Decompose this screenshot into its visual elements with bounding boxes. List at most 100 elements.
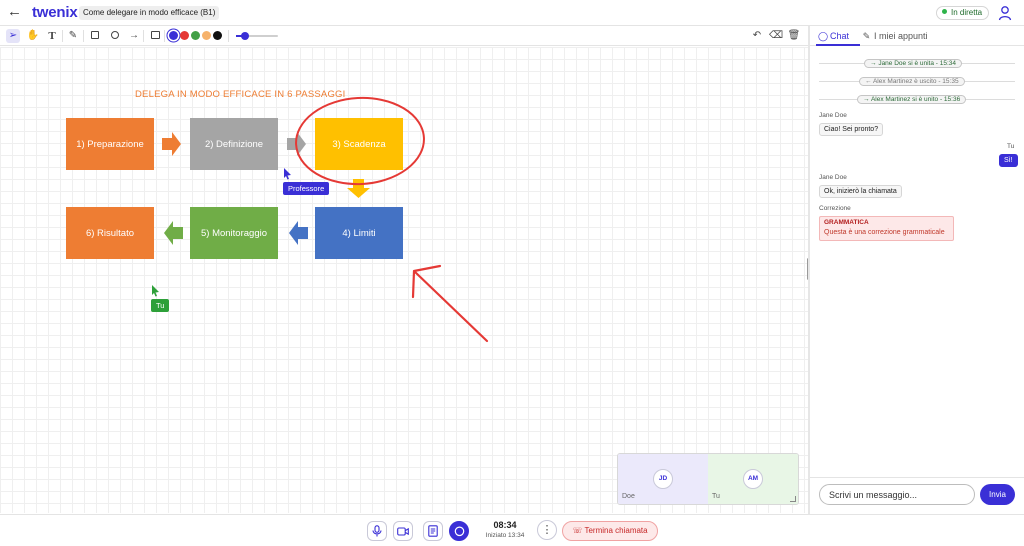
step-box-scadenza[interactable]: 3) Scadenza: [315, 118, 403, 170]
back-arrow-icon[interactable]: ←: [7, 4, 22, 20]
avatar: AM: [743, 469, 763, 489]
hand-icon[interactable]: ✋: [26, 29, 40, 43]
lesson-title: Come delegare in modo efficace (B1): [79, 6, 220, 20]
color-swatch-black[interactable]: [213, 31, 222, 40]
correction-author: Correzione: [819, 205, 851, 212]
end-call-button[interactable]: ☏ Termina chiamata: [562, 521, 658, 541]
app-root: ← twenix Come delegare in modo efficace …: [0, 0, 1024, 546]
microphone-button[interactable]: [367, 521, 387, 541]
student-cursor-icon: [152, 285, 159, 297]
toolbar-divider: [62, 30, 63, 42]
trash-icon[interactable]: 🗑: [787, 29, 801, 43]
pen-icon[interactable]: ✎: [66, 29, 80, 43]
whiteboard-toolbar: ➢ ✋ T ✎ → ↶ ⌫ 🗑: [0, 26, 808, 46]
arrow-icon[interactable]: →: [127, 29, 141, 43]
rectangle-icon[interactable]: [88, 29, 102, 43]
toolbar-divider: [83, 30, 84, 42]
resize-handle-icon[interactable]: [790, 496, 796, 502]
whiteboard-canvas[interactable]: DELEGA IN MODO EFFICACE IN 6 PASSAGGI 1)…: [0, 47, 808, 513]
text-icon[interactable]: T: [45, 29, 59, 43]
message-input[interactable]: [819, 484, 975, 505]
live-status-badge: In diretta: [936, 6, 990, 20]
tab-chat[interactable]: ◯ Chat: [816, 26, 860, 46]
flow-arrow-5-6: [164, 221, 183, 245]
color-swatch-orange[interactable]: [202, 31, 211, 40]
call-start-time: Iniziato 13:34: [485, 532, 525, 539]
professor-cursor-icon: [284, 168, 291, 180]
tab-notes[interactable]: ✎ I miei appunti: [862, 26, 952, 46]
more-options-icon[interactable]: ⋮: [537, 520, 557, 540]
step-label: 6) Risultato: [85, 227, 135, 239]
step-label: 5) Monitoraggio: [200, 227, 267, 239]
toolbar-divider: [164, 30, 165, 42]
call-duration: 08:34: [493, 520, 517, 530]
call-timer: 08:34 Iniziato 13:34: [480, 520, 530, 539]
flow-arrow-1-2: [162, 132, 181, 156]
chat-event-text: Alex Martinez si è unito - 15:36: [870, 96, 961, 103]
document-icon: [428, 525, 438, 537]
avatar: JD: [653, 469, 673, 489]
step-box-risultato[interactable]: 6) Risultato: [66, 207, 154, 259]
color-swatch-red[interactable]: [180, 31, 189, 40]
color-swatch-blue[interactable]: [169, 31, 178, 40]
message-author: Jane Doe: [819, 112, 847, 119]
toolbar-divider: [143, 30, 144, 42]
message-author: Tu: [1007, 143, 1015, 150]
undo-icon[interactable]: ↶: [750, 29, 764, 43]
step-box-definizione[interactable]: 2) Definizione: [190, 118, 278, 170]
chat-event-leave: ← Alex Martinez è uscito - 15:35: [859, 77, 965, 86]
image-icon[interactable]: [148, 29, 162, 43]
tab-label: I miei appunti: [874, 31, 928, 41]
step-box-preparazione[interactable]: 1) Preparazione: [66, 118, 154, 170]
video-panel[interactable]: JD Doe AM Tu: [617, 453, 799, 505]
top-bar: ← twenix Come delegare in modo efficace …: [0, 0, 1024, 26]
student-cursor-label: Tu: [151, 299, 170, 312]
message-author: Jane Doe: [819, 174, 847, 181]
toolbar-divider: [228, 30, 229, 42]
chat-event-join: → Alex Martinez si è unito - 15:36: [857, 95, 967, 104]
user-profile-icon[interactable]: [998, 5, 1012, 21]
phone-hangup-icon: ☏: [572, 526, 583, 535]
message-bubble-mine: Sì!: [999, 154, 1018, 167]
chat-button[interactable]: [449, 521, 469, 541]
video-tile-teacher: JD Doe: [618, 454, 708, 504]
message-bubble: Ok, inizierò la chiamata: [819, 185, 902, 198]
circle-icon[interactable]: [108, 29, 122, 43]
video-tile-name: Tu: [712, 493, 720, 500]
select-icon[interactable]: ➢: [6, 29, 20, 43]
step-box-monitoraggio[interactable]: 5) Monitoraggio: [190, 207, 278, 259]
color-swatch-green[interactable]: [191, 31, 200, 40]
video-camera-icon: [397, 526, 409, 536]
camera-button[interactable]: [393, 521, 413, 541]
correction-title: GRAMMATICA: [824, 219, 869, 226]
step-label: 1) Preparazione: [76, 138, 144, 150]
chat-event-text: Jane Doe si è unita - 15:34: [878, 60, 957, 67]
end-call-label: Termina chiamata: [584, 526, 648, 535]
send-button[interactable]: Invia: [980, 484, 1015, 505]
chat-event-join: → Jane Doe si è unita - 15:34: [864, 59, 963, 68]
correction-body: Questa è una correzione grammaticale: [824, 229, 945, 236]
chat-bubble-icon: ◯: [818, 31, 829, 41]
live-status-label: In diretta: [951, 8, 983, 17]
flow-arrow-4-5: [289, 221, 308, 245]
step-label: 2) Definizione: [204, 138, 264, 150]
step-label: 4) Limiti: [342, 227, 376, 239]
live-dot-icon: [942, 9, 947, 14]
notes-button[interactable]: [423, 521, 443, 541]
microphone-icon: [372, 525, 382, 537]
chat-event-text: Alex Martinez è uscito - 15:35: [872, 78, 959, 85]
message-bubble: Ciao! Sei pronto?: [819, 123, 884, 136]
app-logo: twenix: [32, 4, 78, 21]
stroke-width-slider-handle[interactable]: [241, 32, 249, 40]
video-tile-self: AM Tu: [708, 454, 798, 504]
professor-cursor-label: Professore: [283, 182, 330, 195]
eraser-icon[interactable]: ⌫: [769, 29, 783, 43]
step-box-limiti[interactable]: 4) Limiti: [315, 207, 403, 259]
chat-bubble-icon: [454, 526, 464, 536]
panel-tabs: ◯ Chat ✎ I miei appunti: [810, 26, 1024, 46]
notes-icon: ✎: [862, 31, 871, 41]
annotation-arrow[interactable]: [411, 264, 489, 343]
board-shapes-layer: [152, 96, 489, 343]
flow-arrow-3-4: [347, 179, 370, 198]
call-controls-bar: 08:34 Iniziato 13:34 ⋮ ☏ Termina chiamat…: [0, 514, 1024, 546]
